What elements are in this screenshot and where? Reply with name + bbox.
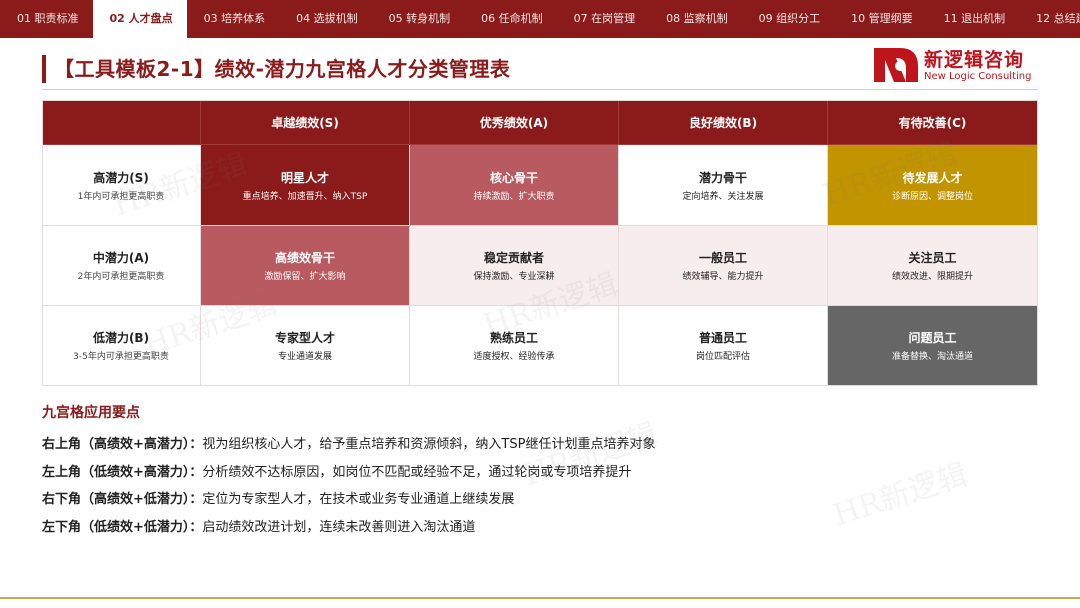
- grid-cell-star-talent: 明星人才 重点培养、加速晋升、纳入TSP: [201, 145, 410, 226]
- row-header-high-potential: 高潜力(S) 1年内可承担更高职责: [42, 145, 201, 226]
- note-item: 右上角（高绩效+高潜力）：视为组织核心人才，给予重点培养和资源倾斜，纳入TSP继…: [42, 433, 655, 452]
- cell-desc: 激励保留、扩大影响: [264, 272, 346, 282]
- brand-name-cn: 新逻辑咨询: [924, 49, 1025, 71]
- tab-talent-review[interactable]: 02 人才盘点: [92, 0, 187, 38]
- grid-cell-watch-employee: 关注员工 绩效改进、限期提升: [828, 226, 1038, 306]
- watermark: HR新逻辑: [829, 457, 972, 534]
- note-text: 分析绩效不达标原因，如岗位不匹配或经验不足，通过轮岗或专项培养提升: [202, 465, 632, 480]
- cell-desc: 准备替换、淘汰通道: [891, 352, 973, 362]
- cell-title: 高绩效骨干: [274, 251, 335, 265]
- note-label: 右下角（高绩效+低潜力）：: [42, 492, 203, 507]
- col-header: 优秀绩效(A): [410, 100, 619, 145]
- grid-cell-skilled-employee: 熟练员工 适度授权、经验传承: [410, 306, 619, 386]
- row-sublabel: 2年内可承担更高职责: [77, 272, 165, 282]
- footer-divider: [0, 597, 1080, 599]
- cell-desc: 重点培养、加速晋升、纳入TSP: [242, 191, 368, 202]
- watermark: HR新逻辑: [519, 417, 662, 494]
- col-header: 良好绩效(B): [619, 100, 828, 145]
- nine-box-grid: 卓越绩效(S) 优秀绩效(A) 良好绩效(B) 有待改善(C) 高潜力(S) 1…: [42, 100, 1038, 386]
- notes-title: 九宫格应用要点: [42, 405, 140, 421]
- cell-desc: 绩效改进、限期提升: [891, 272, 973, 282]
- note-item: 右下角（高绩效+低潜力）：定位为专家型人才，在技术或业务专业通道上继续发展: [42, 488, 514, 507]
- title-accent-bar: [42, 55, 46, 83]
- note-text: 定位为专家型人才，在技术或业务专业通道上继续发展: [202, 492, 515, 507]
- cell-desc: 绩效辅导、能力提升: [682, 272, 764, 282]
- col-header: 有待改善(C): [828, 100, 1038, 145]
- grid-cell-high-performer: 高绩效骨干 激励保留、扩大影响: [201, 226, 410, 306]
- grid-cell-potential-backbone: 潜力骨干 定向培养、关注发展: [619, 145, 828, 226]
- grid-cell-expert-talent: 专家型人才 专业通道发展: [201, 306, 410, 386]
- row-header-low-potential: 低潜力(B) 3-5年内可承担更高职责: [42, 306, 201, 386]
- tab-summary[interactable]: 12 总结建议: [1019, 0, 1080, 38]
- tab-exit[interactable]: 11 退出机制: [927, 0, 1020, 38]
- note-label: 左上角（低绩效+高潜力）：: [42, 465, 203, 480]
- cell-desc: 适度授权、经验传承: [473, 352, 555, 362]
- note-label: 右上角（高绩效+高潜力）：: [42, 437, 203, 452]
- logo-icon: [874, 48, 918, 82]
- tab-on-job-management[interactable]: 07 在岗管理: [557, 0, 650, 38]
- tab-management-outline[interactable]: 10 管理纲要: [834, 0, 927, 38]
- note-item: 左下角（低绩效+低潜力）：启动绩效改进计划，连续未改善则进入淘汰通道: [42, 516, 475, 535]
- page-title: 【工具模板2-1】绩效-潜力九宫格人才分类管理表: [54, 57, 511, 81]
- cell-desc: 诊断原因、调整岗位: [891, 191, 973, 202]
- top-nav: 01 职责标准 02 人才盘点 03 培养体系 04 选拔机制 05 转身机制 …: [0, 0, 1080, 38]
- cell-title: 普通员工: [698, 331, 747, 345]
- cell-title: 潜力骨干: [698, 170, 747, 185]
- grid-corner: [42, 100, 201, 145]
- row-sublabel: 3-5年内可承担更高职责: [73, 352, 169, 362]
- brand-logo: 新逻辑咨询 New Logic Consulting: [872, 46, 1042, 86]
- note-item: 左上角（低绩效+高潜力）：分析绩效不达标原因，如岗位不匹配或经验不足，通过轮岗或…: [42, 461, 631, 480]
- cell-title: 问题员工: [908, 331, 957, 345]
- row-sublabel: 1年内可承担更高职责: [77, 191, 165, 202]
- cell-desc: 定向培养、关注发展: [682, 191, 764, 202]
- tab-supervision[interactable]: 08 监察机制: [649, 0, 742, 38]
- row-label: 高潜力(S): [93, 170, 149, 185]
- grid-cell-average-employee: 一般员工 绩效辅导、能力提升: [619, 226, 828, 306]
- cell-title: 待发展人才: [902, 170, 963, 185]
- note-text: 视为组织核心人才，给予重点培养和资源倾斜，纳入TSP继任计划重点培养对象: [202, 437, 656, 452]
- cell-title: 稳定贡献者: [483, 251, 544, 265]
- grid-cell-to-develop: 待发展人才 诊断原因、调整岗位: [828, 145, 1038, 226]
- brand-name-en: New Logic Consulting: [924, 71, 1032, 82]
- cell-title: 明星人才: [280, 170, 329, 185]
- row-header-mid-potential: 中潜力(A) 2年内可承担更高职责: [42, 226, 201, 306]
- tab-selection[interactable]: 04 选拔机制: [279, 0, 372, 38]
- row-label: 中潜力(A): [92, 251, 150, 265]
- note-text: 启动绩效改进计划，连续未改善则进入淘汰通道: [202, 520, 476, 535]
- header-divider: [42, 89, 1038, 90]
- tab-appointment[interactable]: 06 任命机制: [464, 0, 557, 38]
- note-label: 左下角（低绩效+低潜力）：: [42, 520, 203, 535]
- cell-desc: 岗位匹配评估: [695, 352, 750, 362]
- cell-title: 专家型人才: [274, 331, 335, 345]
- tab-training-system[interactable]: 03 培养体系: [187, 0, 280, 38]
- cell-desc: 专业通道发展: [277, 352, 332, 362]
- grid-cell-core-backbone: 核心骨干 持续激励、扩大职责: [410, 145, 619, 226]
- cell-title: 核心骨干: [489, 170, 538, 185]
- cell-title: 熟练员工: [489, 331, 538, 345]
- grid-cell-problem-employee: 问题员工 准备替换、淘汰通道: [828, 306, 1038, 386]
- cell-desc: 保持激励、专业深耕: [473, 272, 555, 282]
- tab-organization[interactable]: 09 组织分工: [742, 0, 835, 38]
- tab-job-standards[interactable]: 01 职责标准: [0, 0, 93, 38]
- row-label: 低潜力(B): [92, 331, 150, 345]
- cell-title: 一般员工: [698, 251, 747, 265]
- grid-cell-stable-contributor: 稳定贡献者 保持激励、专业深耕: [410, 226, 619, 306]
- cell-title: 关注员工: [908, 251, 957, 265]
- grid-cell-ordinary-employee: 普通员工 岗位匹配评估: [619, 306, 828, 386]
- cell-desc: 持续激励、扩大职责: [473, 191, 555, 202]
- tab-transition[interactable]: 05 转身机制: [372, 0, 465, 38]
- col-header: 卓越绩效(S): [201, 100, 410, 145]
